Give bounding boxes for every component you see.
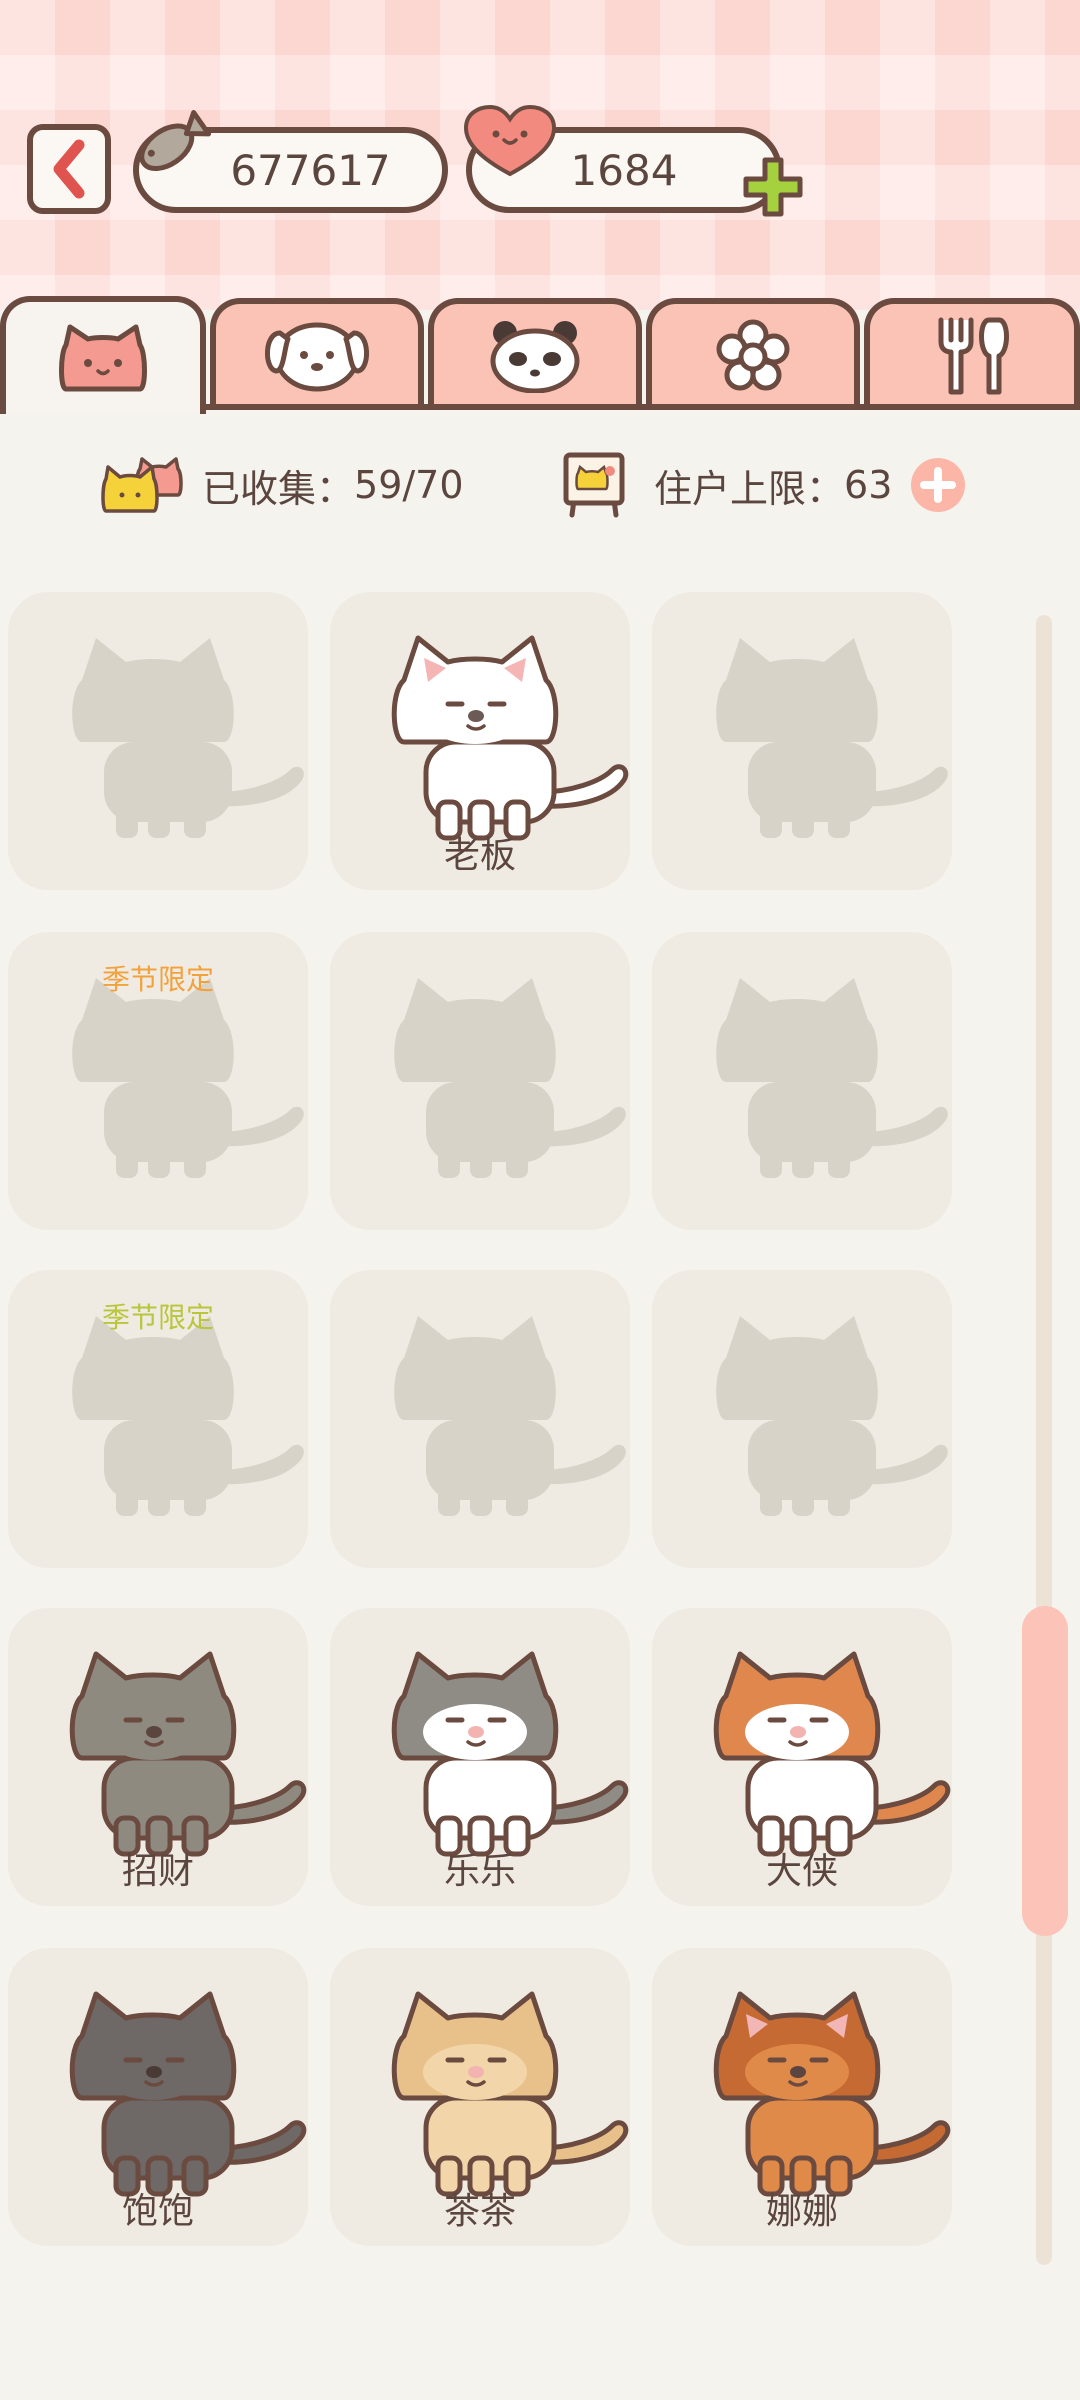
- back-button[interactable]: [27, 124, 111, 214]
- resident-limit-stat: 住户上限： 63: [552, 440, 966, 530]
- cat-face-icon: [59, 324, 147, 392]
- back-arrow-icon: [53, 139, 85, 199]
- locked-cat-silhouette-icon: [716, 978, 948, 1178]
- cat-name-label: 大侠: [765, 1851, 838, 1892]
- limit-value: 63: [844, 463, 893, 507]
- tab-flower[interactable]: [646, 298, 860, 408]
- tab-panda[interactable]: [428, 298, 642, 408]
- cat-card-locked[interactable]: 季节限定: [8, 932, 308, 1230]
- cat-card-locked[interactable]: [652, 1270, 952, 1568]
- signboard-icon: [563, 452, 625, 518]
- cat-card[interactable]: 大侠: [652, 1608, 952, 1906]
- cat-card-locked[interactable]: 季节限定: [8, 1270, 308, 1568]
- cat-name-label: 娜娜: [765, 2191, 838, 2232]
- collected-value: 59/70: [354, 463, 464, 507]
- cat-card-locked[interactable]: [652, 932, 952, 1230]
- locked-cat-silhouette-icon: [72, 638, 304, 838]
- cats-collected-icon: [101, 457, 183, 513]
- cat-card-locked[interactable]: [8, 592, 308, 890]
- collected-label: 已收集：: [202, 466, 355, 511]
- cat-card[interactable]: 乐乐: [330, 1608, 630, 1906]
- cat-name-label: 饱饱: [121, 2191, 194, 2232]
- cat-name-label: 老板: [443, 835, 516, 876]
- tab-cat[interactable]: [0, 296, 206, 414]
- tab-dog[interactable]: [210, 298, 424, 408]
- cat-card[interactable]: 老板: [330, 592, 630, 890]
- cat-name-label: 茶茶: [443, 2191, 516, 2232]
- add-hearts-button[interactable]: [740, 154, 806, 220]
- flower-icon: [716, 319, 790, 391]
- locked-cat-silhouette-icon: [716, 638, 948, 838]
- limit-label: 住户上限：: [654, 466, 845, 511]
- cat-card-locked[interactable]: [652, 592, 952, 890]
- cat-card[interactable]: 饱饱: [8, 1948, 308, 2246]
- locked-cat-silhouette-icon: [394, 978, 626, 1178]
- cat-name-label: 招财: [121, 1851, 194, 1892]
- fish-count: 677617: [230, 145, 391, 195]
- seasonal-limited-badge: 季节限定: [101, 1301, 214, 1334]
- cat-card[interactable]: 茶茶: [330, 1948, 630, 2246]
- scrollbar-thumb[interactable]: [1022, 1606, 1068, 1936]
- cat-card[interactable]: 娜娜: [652, 1948, 952, 2246]
- fish-icon: [139, 110, 212, 172]
- locked-cat-silhouette-icon: [394, 1316, 626, 1516]
- cat-name-label: 乐乐: [443, 1851, 516, 1892]
- tab-utensils[interactable]: [864, 298, 1080, 408]
- locked-cat-silhouette-icon: [716, 1316, 948, 1516]
- collected-stat: 已收集： 59/70: [100, 440, 464, 530]
- cat-card[interactable]: 招财: [8, 1608, 308, 1906]
- cat-card-locked[interactable]: [330, 932, 630, 1230]
- cat-card-locked[interactable]: [330, 1270, 630, 1568]
- add-limit-button[interactable]: [910, 457, 966, 513]
- dog-face-icon: [264, 322, 370, 392]
- panda-face-icon: [490, 321, 580, 393]
- seasonal-limited-badge: 季节限定: [101, 963, 214, 996]
- scrollbar-track[interactable]: [1036, 615, 1052, 2265]
- tab-divider: [206, 404, 1080, 410]
- heart-count: 1684: [570, 145, 678, 195]
- category-tab-bar: [0, 296, 1080, 416]
- heart-icon: [463, 104, 557, 177]
- fork-spoon-icon: [938, 317, 1009, 395]
- collection-stats: 已收集： 59/70 住户上限： 63: [0, 440, 1080, 530]
